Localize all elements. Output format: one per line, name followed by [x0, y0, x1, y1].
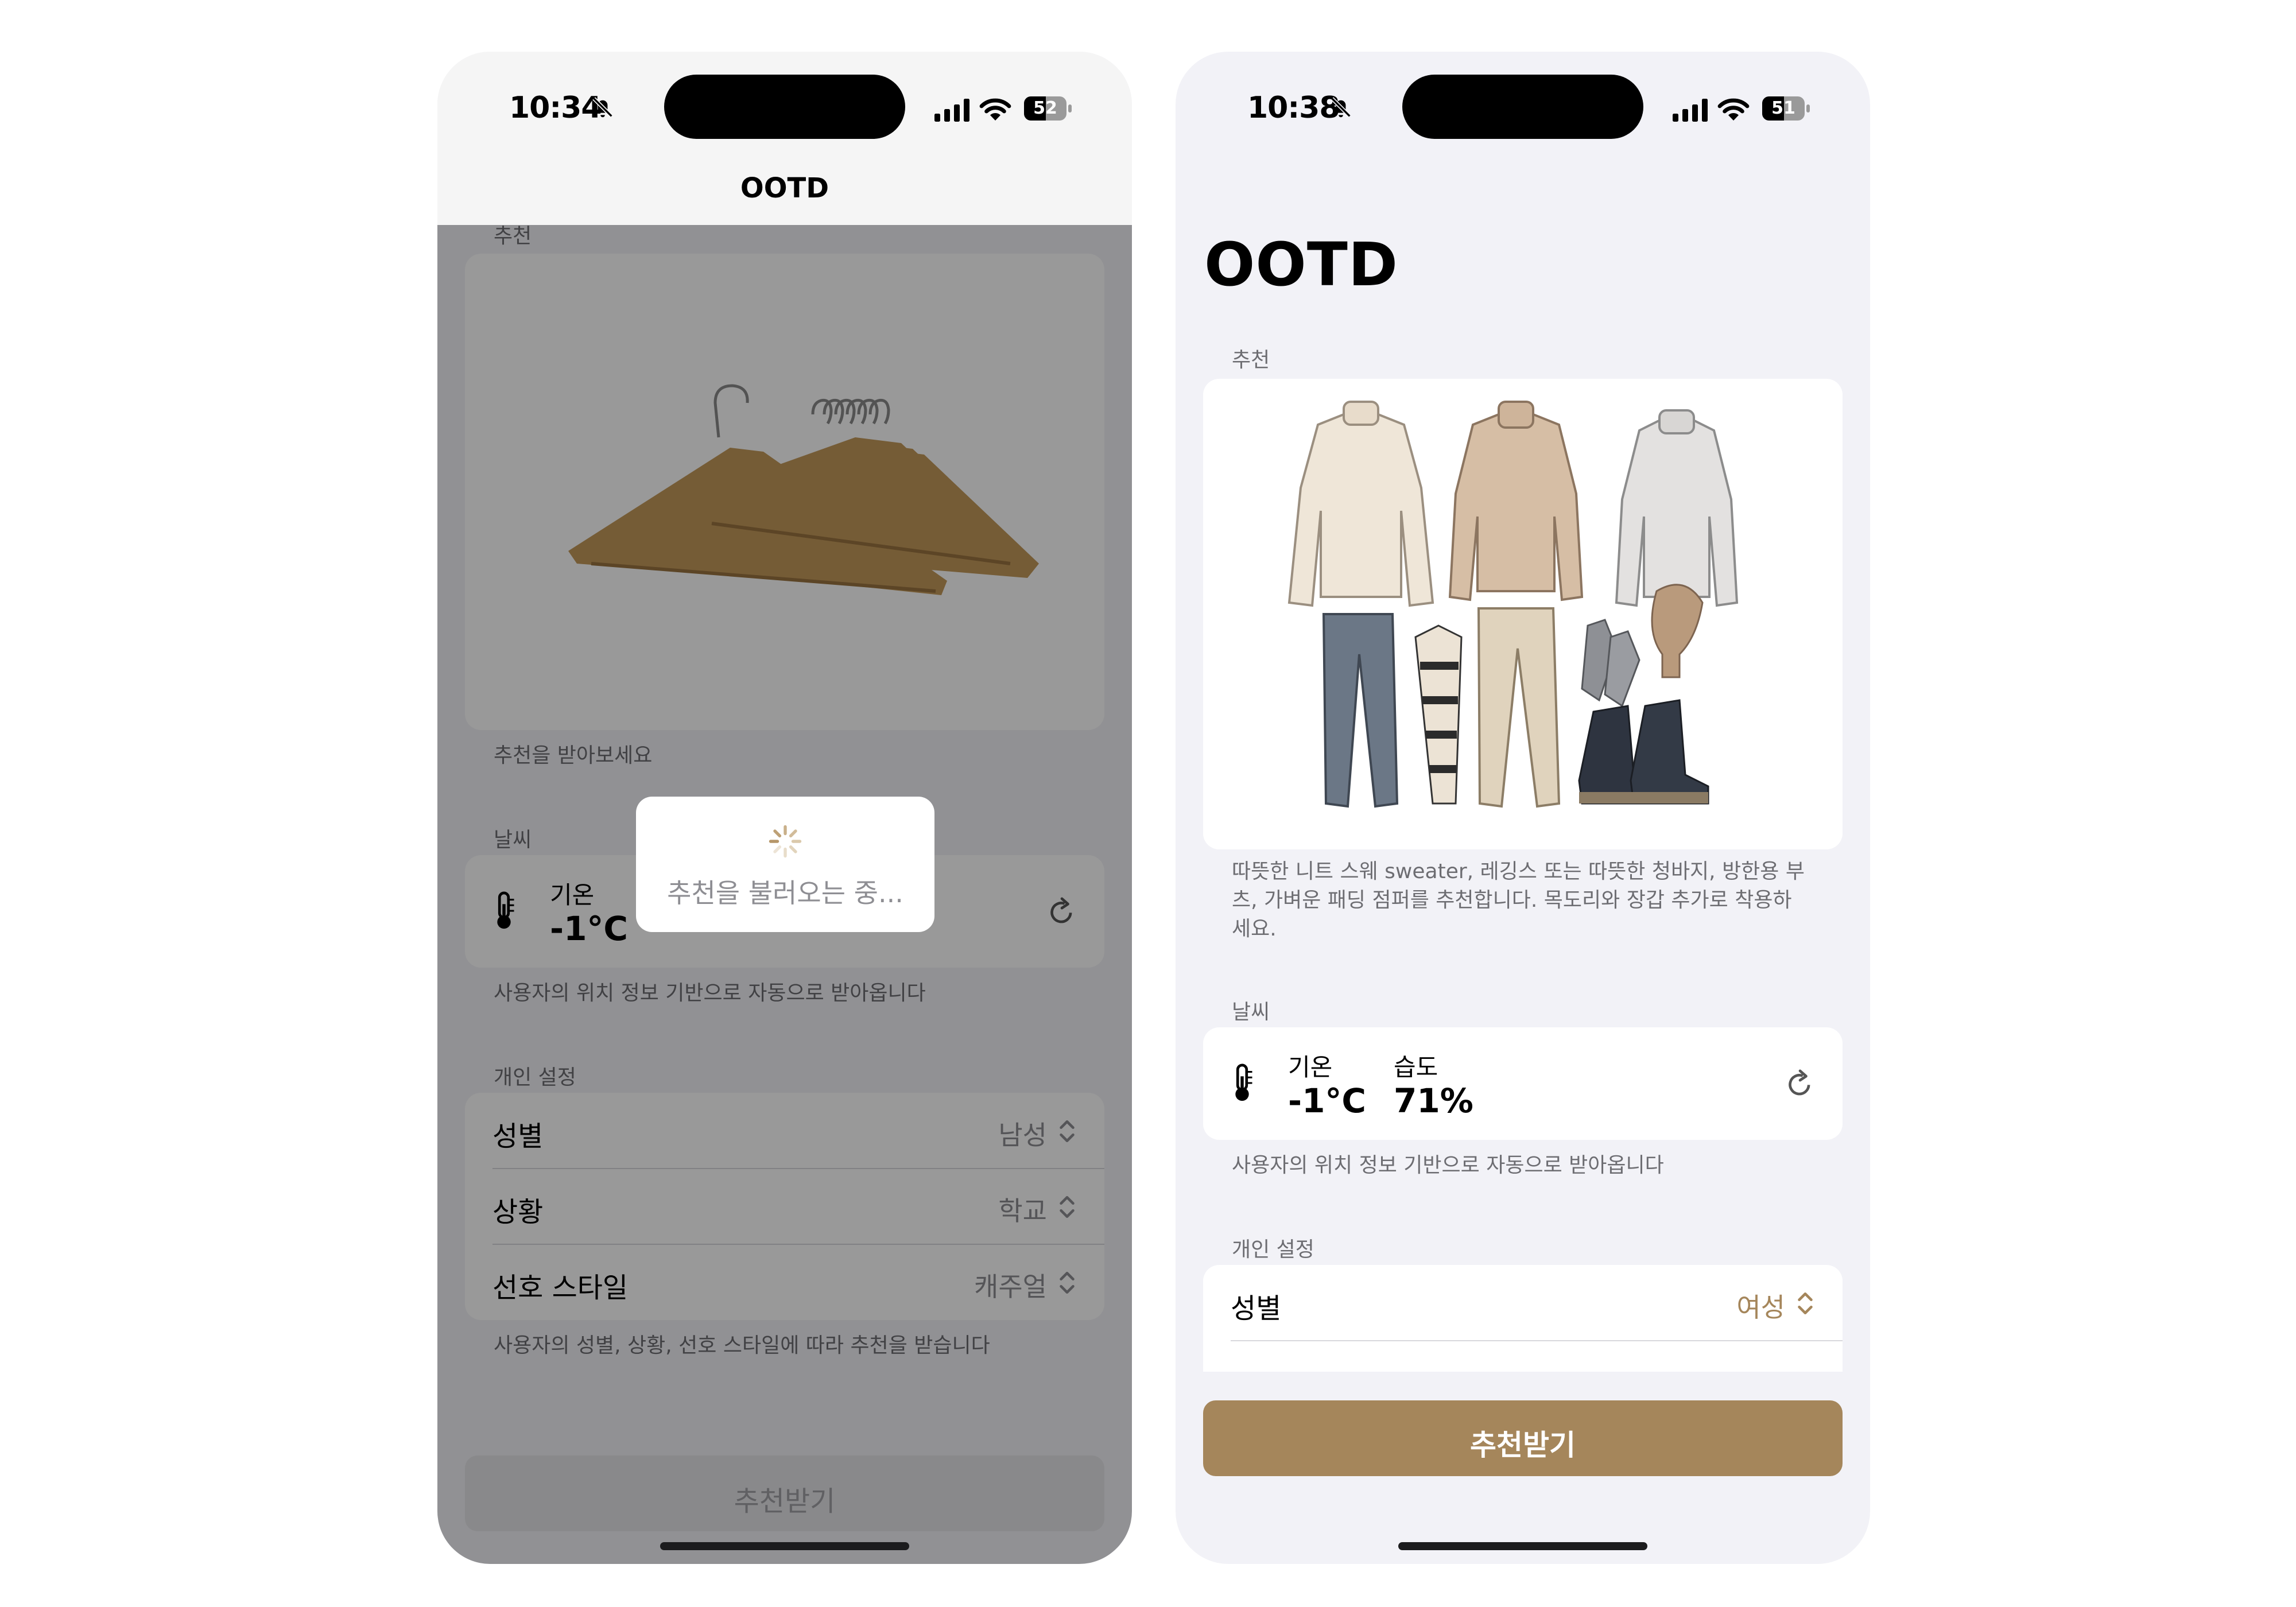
- weather-card: 기온 -1°C 습도 71%: [1203, 1027, 1843, 1140]
- chevron-up-down-icon: [1798, 1292, 1813, 1315]
- section-label-recommend: 추천: [1232, 348, 1270, 372]
- bell-slash-icon: [1331, 97, 1351, 118]
- humidity-label: 습도: [1394, 1053, 1438, 1081]
- wifi-icon: [979, 98, 1011, 121]
- phone-screen-result: 10:38 51 OOTD 추천 따뜻한 니트 스웨 sweater, 레깅스 …: [1176, 52, 1870, 1564]
- page-title: OOTD: [1204, 230, 1399, 300]
- status-time: 10:38: [1247, 91, 1340, 125]
- humidity-value: 71%: [1394, 1081, 1473, 1120]
- dynamic-island: [664, 75, 905, 139]
- recommendation-image-card: [1203, 379, 1843, 849]
- battery-indicator: 51: [1762, 96, 1812, 121]
- loading-text: 추천을 불러오는 중...: [667, 878, 903, 909]
- status-time: 10:34: [509, 91, 602, 125]
- settings-card: 성별 여성: [1203, 1265, 1843, 1372]
- thermometer-icon: [1235, 1063, 1252, 1101]
- loading-hud: 추천을 불러오는 중...: [636, 797, 934, 932]
- recommendation-text: 따뜻한 니트 스웨 sweater, 레깅스 또는 따뜻한 청바지, 방한용 부…: [1232, 860, 1805, 941]
- section-label-weather: 날씨: [1232, 1000, 1270, 1024]
- setting-label: 성별: [1231, 1292, 1282, 1325]
- button-label: 추천받기: [1470, 1429, 1576, 1462]
- battery-level: 51: [1771, 98, 1795, 118]
- temperature-value: -1°C: [1288, 1081, 1366, 1120]
- weather-footnote: 사용자의 위치 정보 기반으로 자동으로 받아옵니다: [1232, 1154, 1664, 1177]
- outfit-illustration-image: [1287, 401, 1739, 808]
- battery-indicator: 52: [1024, 96, 1073, 121]
- home-indicator: [660, 1542, 909, 1550]
- refresh-icon[interactable]: [1784, 1068, 1816, 1100]
- section-label-settings: 개인 설정: [1232, 1238, 1314, 1261]
- setting-row-gender[interactable]: 성별 여성: [1203, 1265, 1843, 1341]
- phone-screen-loading: OOTD 10:34 52 추천 추천을 받아보세요 날씨 기온 -1°C 사용…: [437, 52, 1132, 1564]
- get-recommendation-button[interactable]: 추천받기: [1203, 1400, 1843, 1476]
- battery-level: 52: [1033, 98, 1057, 118]
- signal-icon: [1673, 99, 1708, 122]
- dynamic-island: [1402, 75, 1643, 139]
- scroll-content: 10:38 51 OOTD 추천 따뜻한 니트 스웨 sweater, 레깅스 …: [1176, 52, 1870, 1372]
- nav-title: OOTD: [740, 172, 829, 204]
- wifi-icon: [1717, 98, 1750, 121]
- temperature-label: 기온: [1288, 1053, 1333, 1081]
- home-indicator: [1398, 1542, 1647, 1550]
- setting-value: 여성: [1736, 1292, 1785, 1323]
- loading-spinner-icon: [769, 825, 802, 858]
- signal-icon: [934, 99, 969, 122]
- bell-slash-icon: [592, 97, 613, 118]
